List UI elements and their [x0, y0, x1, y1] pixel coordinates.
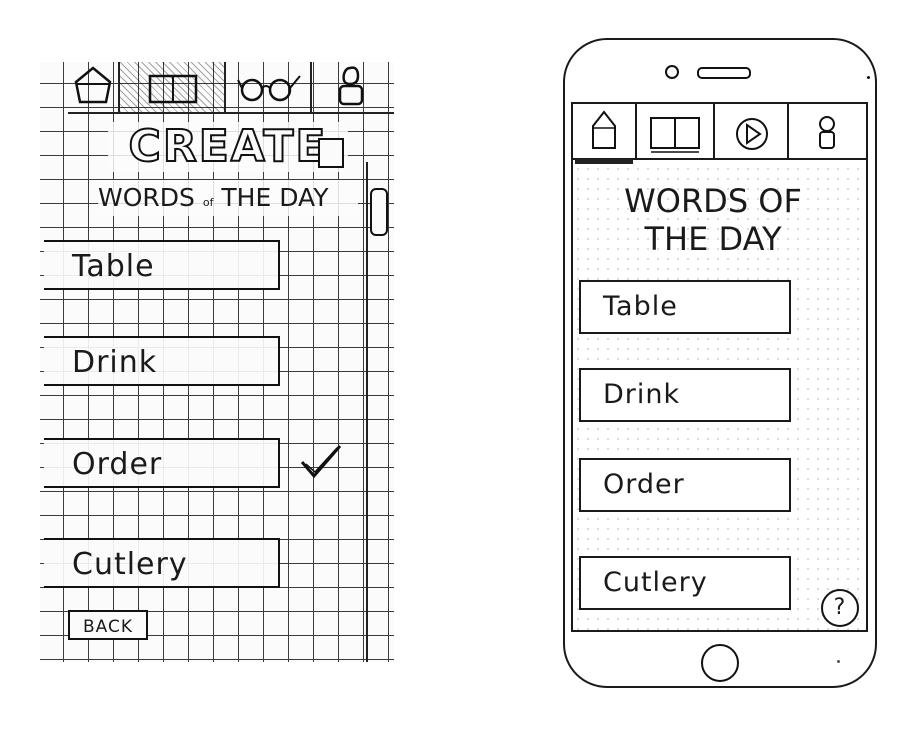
phone-tab-book[interactable] [637, 104, 715, 158]
sketch-page-title: CREATE [108, 121, 348, 173]
phone-screen: WORDS OF THE DAY Table Drink Order Cutle… [571, 102, 868, 632]
back-button[interactable]: BACK [68, 610, 148, 640]
phone-home-button[interactable] [701, 644, 739, 682]
home-icon [592, 110, 616, 149]
phone-side-mark [867, 76, 870, 79]
help-button[interactable]: ? [821, 589, 859, 627]
sketch-title-checkbox[interactable] [318, 138, 344, 168]
sketch-subtitle-of: of [202, 196, 214, 209]
phone-tab-profile[interactable] [789, 104, 866, 158]
phone-word-table[interactable]: Table [579, 280, 791, 334]
phone-page-title: WORDS OF THE DAY [613, 182, 813, 258]
book-icon [650, 117, 700, 153]
sketch-tab-bar [68, 62, 394, 114]
sketch-tab-book[interactable] [120, 62, 226, 112]
phone-title-line2: THE DAY [644, 220, 782, 258]
phone-word-drink[interactable]: Drink [579, 368, 791, 422]
sketch-scroll-track [366, 162, 394, 662]
sketch-word-cutlery[interactable]: Cutlery [44, 538, 280, 588]
phone-bottom-mark [837, 660, 840, 663]
book-icon [148, 74, 198, 104]
phone-tab-play[interactable] [715, 104, 789, 158]
sketch-subtitle-day: THE DAY [221, 183, 329, 212]
phone-title-line1: WORDS OF [624, 182, 802, 220]
profile-icon [819, 116, 835, 149]
sketch-word-table[interactable]: Table [44, 240, 280, 290]
sketch-subtitle: WORDS of THE DAY [98, 180, 358, 216]
sketch-subtitle-words: WORDS [98, 183, 195, 212]
sketch-scrollbar-thumb[interactable] [370, 188, 388, 236]
sketch-tab-profile[interactable] [312, 62, 394, 112]
sketch-word-order[interactable]: Order [44, 438, 280, 488]
phone-word-order[interactable]: Order [579, 458, 791, 512]
camera-icon [665, 65, 679, 79]
glasses-icon [237, 75, 301, 102]
home-icon [74, 66, 112, 104]
play-icon [736, 118, 768, 150]
active-tab-indicator [575, 159, 633, 164]
sketch-wireframe: CREATE WORDS of THE DAY Table Drink Orde… [40, 62, 394, 662]
sketch-tab-glasses[interactable] [226, 62, 312, 112]
phone-mockup: WORDS OF THE DAY Table Drink Order Cutle… [563, 38, 877, 688]
phone-word-cutlery[interactable]: Cutlery [579, 556, 791, 610]
sketch-word-drink[interactable]: Drink [44, 336, 280, 386]
speaker-icon [697, 67, 751, 79]
sketch-tab-home[interactable] [68, 62, 120, 112]
checkmark-icon [300, 445, 342, 479]
phone-tab-home[interactable] [573, 104, 637, 158]
profile-icon [338, 66, 364, 106]
phone-tab-bar [573, 104, 866, 160]
